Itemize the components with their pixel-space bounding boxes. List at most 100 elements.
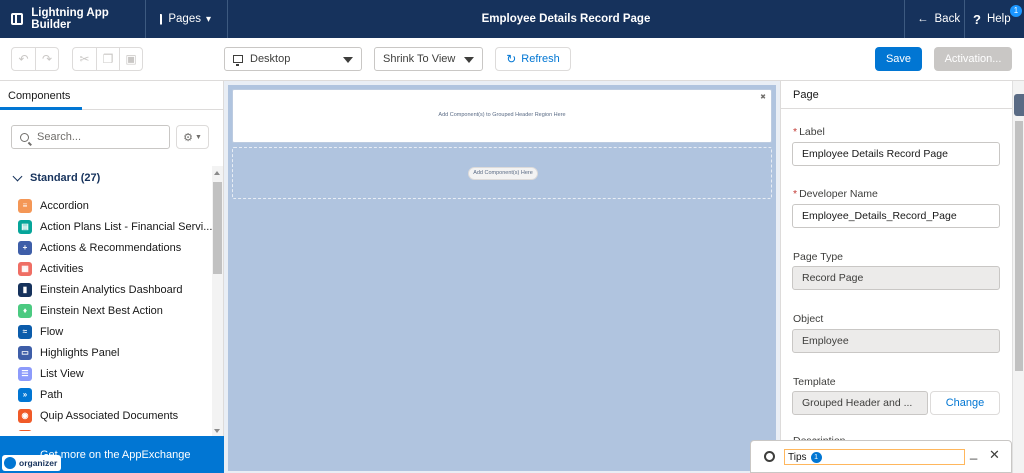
template-field-label: Template — [793, 376, 836, 388]
component-label: List View — [40, 367, 84, 380]
scrollbar-thumb[interactable] — [1015, 121, 1023, 371]
tips-count-badge: 1 — [810, 451, 822, 463]
component-label: Path — [40, 388, 63, 401]
search-icon — [20, 132, 29, 142]
pages-label: Pages — [168, 13, 201, 25]
header-region-placeholder: Add Component(s) to Grouped Header Regio… — [438, 112, 566, 118]
component-item[interactable]: ≈ Flow — [0, 321, 212, 342]
refresh-label: Refresh — [521, 53, 560, 65]
component-item[interactable]: ≡ Accordion — [0, 195, 212, 216]
builder-toolbar: ↶ ↷ ✂ ❐ ▣ Desktop Shrink To View ↻ Refre… — [0, 38, 1024, 81]
component-icon: ▦ — [18, 261, 32, 276]
component-icon: ◉ — [18, 408, 32, 423]
copy-icon: ❐ — [102, 52, 114, 66]
refresh-icon: ↻ — [506, 52, 517, 66]
add-components-drop-target[interactable]: Add Component(s) Here — [468, 167, 538, 180]
organizer-badge[interactable]: organizer — [2, 455, 62, 471]
properties-panel: Page * Label Employee Details Record Page… — [780, 81, 1013, 473]
activation-button[interactable]: Activation... — [934, 47, 1012, 71]
component-item[interactable]: ▤ Action Plans List - Financial Servi... — [0, 216, 212, 237]
help-button[interactable]: ? Help 1 — [964, 0, 1024, 38]
component-label: Einstein Analytics Dashboard — [40, 283, 183, 296]
body-region[interactable]: Add Component(s) Here — [232, 147, 772, 199]
caret-down-icon: ▼ — [194, 133, 202, 141]
search-input[interactable] — [37, 131, 157, 143]
scrollbar-thumb[interactable] — [213, 182, 222, 274]
region-close-icon[interactable]: ✖ — [760, 93, 766, 101]
close-icon[interactable]: ✕ — [989, 447, 1000, 463]
standard-section-toggle[interactable]: Standard (27) — [12, 171, 100, 184]
canvas-page: ✖ Add Component(s) to Grouped Header Reg… — [228, 85, 776, 471]
component-icon: ▤ — [18, 219, 32, 234]
change-template-button[interactable]: Change — [930, 391, 1000, 415]
scissors-icon: ✂ — [79, 52, 90, 66]
app-builder-icon — [11, 13, 24, 25]
back-button[interactable]: ← Back — [904, 0, 964, 38]
arrow-left-icon: ← — [917, 13, 929, 25]
component-label: Flow — [40, 325, 64, 338]
component-item[interactable]: ☰ List View — [0, 363, 212, 384]
label-input[interactable]: Employee Details Record Page — [792, 142, 1000, 166]
side-drawer-tab[interactable] — [1014, 94, 1024, 116]
zoom-select[interactable]: Shrink To View — [374, 47, 483, 71]
clipboard-icon: ▣ — [125, 52, 137, 66]
label-field-text: Label — [799, 126, 825, 138]
component-list: ≡ Accordion ▤ Action Plans List - Financial… — [0, 195, 212, 431]
help-label: Help — [986, 13, 1011, 25]
developer-name-input[interactable]: Employee_Details_Record_Page — [792, 204, 1000, 228]
app-header: Lightning App Builder Pages ▾ Employee D… — [0, 0, 1024, 38]
undo-redo-group: ↶ ↷ — [11, 47, 59, 71]
component-item[interactable]: ▦ Activities — [0, 258, 212, 279]
undo-icon: ↶ — [18, 52, 29, 66]
settings-menu-button[interactable]: ⚙ ▼ — [176, 125, 209, 149]
minimize-icon[interactable]: _ — [970, 445, 977, 460]
paste-button[interactable]: ▣ — [119, 48, 142, 70]
component-item[interactable]: + Actions & Recommendations — [0, 237, 212, 258]
back-label: Back — [934, 13, 961, 25]
properties-scrollbar[interactable] — [1012, 81, 1024, 473]
template-value: Grouped Header and ... — [792, 391, 928, 415]
tips-button[interactable]: Tips 1 — [784, 449, 965, 465]
components-panel: Components ⚙ ▼ Standard (27) ≡ Accordion ▤… — [0, 81, 224, 473]
component-item[interactable]: ◉ Quip Document — [0, 426, 212, 431]
page-type-field-label: Page Type — [793, 251, 844, 263]
component-item[interactable]: » Path — [0, 384, 212, 405]
copy-button[interactable]: ❐ — [96, 48, 119, 70]
component-icon: ≡ — [18, 198, 32, 213]
pages-menu-button[interactable]: Pages ▾ — [146, 0, 228, 38]
component-label: Accordion — [40, 199, 89, 212]
component-label: Highlights Panel — [40, 346, 120, 359]
required-marker: * — [793, 188, 798, 200]
components-scrollbar[interactable] — [212, 166, 223, 438]
component-item[interactable]: ♦ Einstein Next Best Action — [0, 300, 212, 321]
component-icon: ♦ — [18, 303, 32, 318]
zoom-select-value: Shrink To View — [383, 53, 456, 65]
caret-down-icon — [464, 57, 474, 63]
component-item[interactable]: ▭ Highlights Panel — [0, 342, 212, 363]
component-label: Quip Document — [40, 431, 116, 432]
component-icon: ☰ — [18, 366, 32, 381]
component-item[interactable]: ▮ Einstein Analytics Dashboard — [0, 279, 212, 300]
chevron-down-icon: ▾ — [205, 13, 211, 25]
component-label: Action Plans List - Financial Servi... — [40, 220, 212, 233]
redo-button[interactable]: ↷ — [35, 48, 58, 70]
app-brand: Lightning App Builder — [0, 0, 146, 38]
component-label: Actions & Recommendations — [40, 241, 182, 254]
refresh-button[interactable]: ↻ Refresh — [495, 47, 571, 71]
developer-name-field-text: Developer Name — [799, 188, 878, 200]
component-icon: + — [18, 240, 32, 255]
save-button[interactable]: Save — [875, 47, 922, 71]
caret-down-icon — [343, 57, 353, 63]
cut-button[interactable]: ✂ — [73, 48, 96, 70]
help-notification-badge: 1 — [1010, 5, 1022, 17]
page-title: Employee Details Record Page — [481, 13, 651, 25]
gear-icon: ⚙ — [183, 131, 193, 144]
tab-components[interactable]: Components — [0, 81, 224, 110]
grouped-header-region[interactable]: ✖ Add Component(s) to Grouped Header Reg… — [232, 89, 772, 143]
redo-icon: ↷ — [41, 52, 53, 66]
undo-button[interactable]: ↶ — [12, 48, 35, 70]
device-select[interactable]: Desktop — [224, 47, 362, 71]
component-item[interactable]: ◉ Quip Associated Documents — [0, 405, 212, 426]
chevron-down-icon — [12, 171, 23, 182]
component-icon: » — [18, 387, 32, 402]
